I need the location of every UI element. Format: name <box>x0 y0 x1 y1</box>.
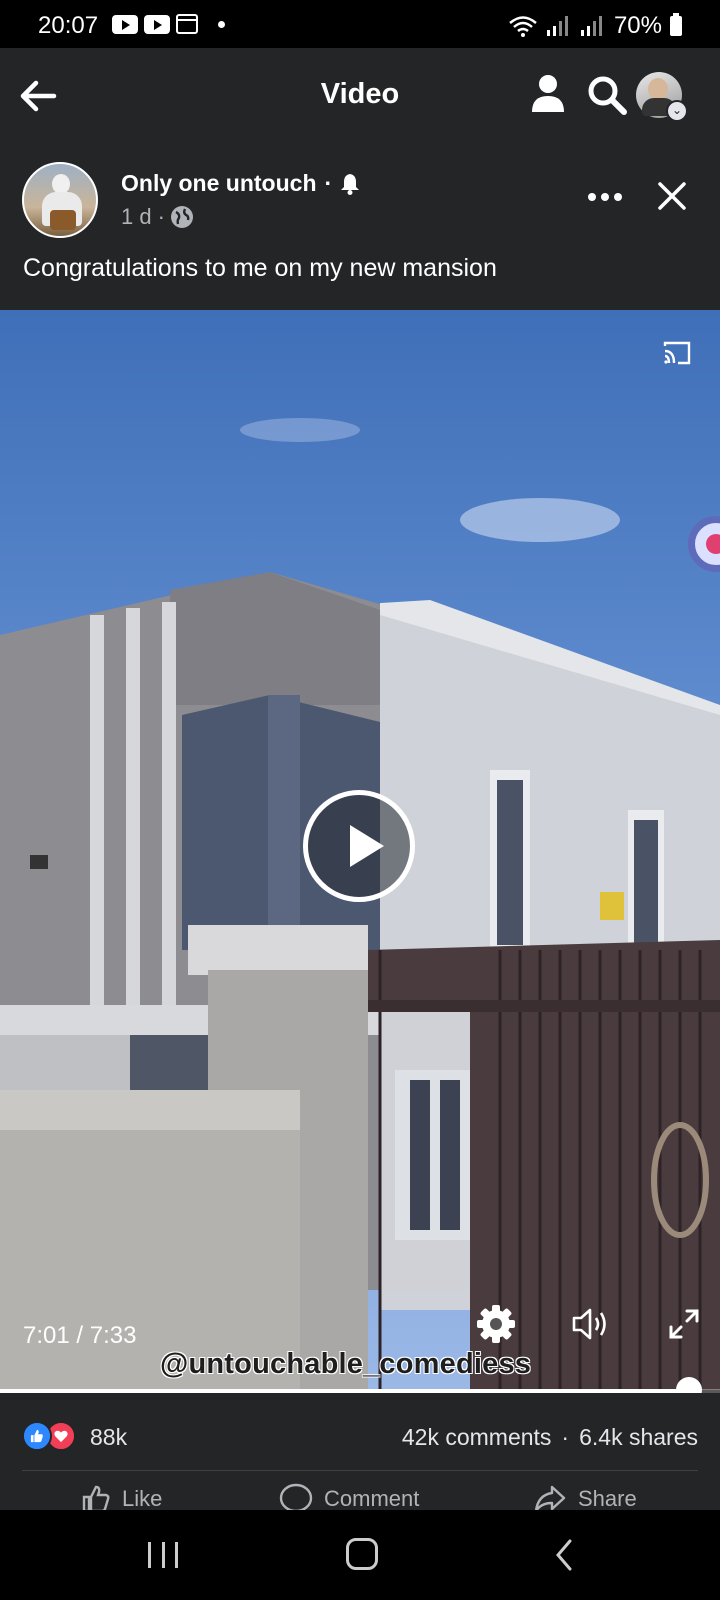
count-separator: · <box>561 1424 570 1450</box>
close-icon[interactable] <box>652 176 692 216</box>
action-row: Like Comment Share <box>0 1471 720 1511</box>
share-button[interactable]: Share <box>532 1483 637 1511</box>
system-indicators: 70% <box>508 12 682 40</box>
calendar-icon <box>176 14 198 34</box>
post-time[interactable]: 1 d <box>121 204 152 230</box>
more-options-button[interactable] <box>588 186 628 208</box>
avatar-drum <box>50 210 76 230</box>
youtube-icon <box>144 14 170 34</box>
more-dot <box>614 193 622 201</box>
signal-icon <box>546 16 568 36</box>
share-icon <box>534 1485 566 1511</box>
engagement-bar: 88k 42k comments · 6.4k shares Like Comm… <box>0 1393 720 1511</box>
meta-separator: · <box>157 204 165 229</box>
account-avatar[interactable]: ⌄ <box>636 72 688 122</box>
reaction-icons[interactable] <box>22 1421 76 1451</box>
author-separator: · <box>324 170 333 196</box>
comment-button[interactable]: Comment <box>278 1483 419 1511</box>
reaction-count[interactable]: 88k <box>90 1424 127 1451</box>
globe-icon <box>170 206 193 228</box>
author-avatar[interactable] <box>22 162 98 238</box>
more-dot <box>588 193 596 201</box>
comment-icon <box>279 1483 313 1511</box>
author-name-row: Only one untouch · <box>121 170 360 197</box>
more-notifications-icon <box>218 20 225 28</box>
recents-bar <box>175 1542 178 1568</box>
avatar-head <box>52 174 70 194</box>
profile-icon[interactable] <box>528 72 568 116</box>
fullscreen-icon[interactable] <box>668 1308 700 1340</box>
share-label: Share <box>578 1486 637 1511</box>
like-label: Like <box>122 1486 163 1511</box>
recents-bar <box>148 1542 151 1568</box>
post-meta: 1 d · <box>121 204 193 230</box>
app-header: Video ⌄ <box>0 48 720 144</box>
signal-icon <box>580 16 602 36</box>
youtube-icon <box>112 14 138 34</box>
gear-icon[interactable] <box>476 1304 516 1344</box>
comment-label: Comment <box>324 1486 420 1511</box>
comments-shares: 42k comments · 6.4k shares <box>402 1424 698 1451</box>
search-icon[interactable] <box>586 74 628 116</box>
play-button[interactable] <box>303 790 415 902</box>
recents-bar <box>161 1542 165 1568</box>
system-nav-bar <box>0 1510 720 1600</box>
shares-count[interactable]: 6.4k shares <box>579 1424 698 1451</box>
status-bar: 20:07 70% <box>0 0 720 48</box>
status-time: 20:07 <box>38 12 99 39</box>
cast-icon[interactable] <box>662 340 692 366</box>
wifi-icon <box>509 16 537 37</box>
chevron-down-icon: ⌄ <box>666 100 688 122</box>
notification-icons <box>112 14 225 34</box>
home-button[interactable] <box>346 1538 378 1570</box>
like-reaction-icon <box>22 1421 52 1451</box>
thumbs-up-icon <box>82 1485 110 1511</box>
battery-percent: 70% <box>613 12 662 39</box>
author-name[interactable]: Only one untouch <box>121 170 317 197</box>
video-watermark: @untouchable_comediess <box>160 1348 532 1380</box>
post-caption: Congratulations to me on my new mansion <box>23 254 497 282</box>
bell-icon[interactable] <box>340 173 360 195</box>
recents-button[interactable] <box>148 1542 178 1568</box>
more-dot <box>601 193 609 201</box>
comments-count[interactable]: 42k comments <box>402 1424 552 1451</box>
nav-back-icon[interactable] <box>552 1538 576 1572</box>
battery-icon <box>670 13 682 36</box>
like-button[interactable]: Like <box>80 1483 162 1511</box>
video-player[interactable]: 7:01 / 7:33 @untouchable_comediess <box>0 310 720 1390</box>
video-time: 7:01 / 7:33 <box>23 1322 137 1349</box>
post-header: Only one untouch · 1 d · Congratulations… <box>0 144 720 310</box>
avatar-face <box>648 78 668 100</box>
volume-icon[interactable] <box>570 1304 610 1344</box>
